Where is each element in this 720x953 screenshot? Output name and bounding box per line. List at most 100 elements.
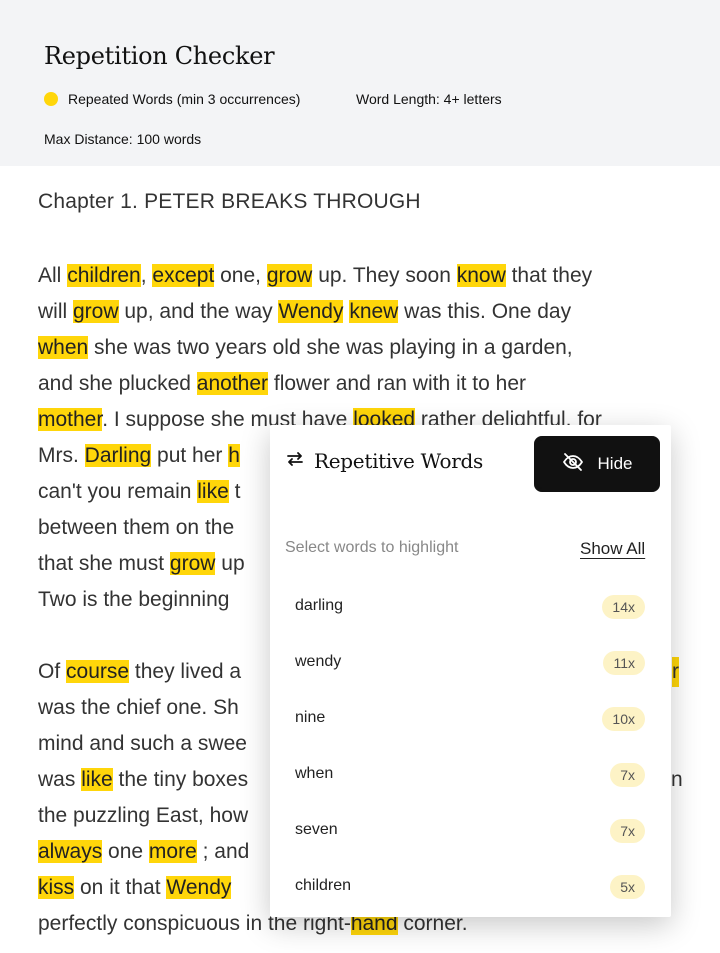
highlighted-word: grow [266,264,313,287]
text-segment: between them on the [38,516,235,539]
text-segment: they lived a [129,660,242,683]
text-line: always one more ; and [38,837,249,867]
eye-off-icon [562,451,584,478]
max-distance-setting: Max Distance: 100 words [44,131,202,147]
hide-button[interactable]: Hide [534,436,660,492]
text-segment: up. They soon [312,264,457,287]
settings-header: Repetition Checker Repeated Words (min 3… [0,0,720,166]
highlighted-word: Wendy [166,876,232,899]
text-segment: one, [214,264,267,287]
text-segment: the tiny boxes [112,768,249,791]
highlighted-word: except [152,264,215,287]
highlight-color-dot [44,92,58,106]
text-fragment: n [671,768,683,791]
text-segment: can't you remain [38,480,198,503]
word-list-item[interactable]: darling 14x [270,595,671,653]
word-length-setting: Word Length: 4+ letters [356,91,502,107]
app-title: Repetition Checker [44,42,275,70]
highlighted-word: h [228,444,240,467]
count-badge: 7x [610,819,645,843]
text-segment: she was two years old she was playing in… [88,336,573,359]
highlighted-word: know [456,264,506,287]
chapter-title: Chapter 1. PETER BREAKS THROUGH [38,190,421,213]
text-segment: was the chief one. Sh [38,696,239,719]
word-list-item[interactable]: when 7x [270,763,671,821]
count-badge: 11x [603,651,645,675]
text-line: between them on the [38,513,234,543]
word-list-item[interactable]: wendy 11x [270,651,671,709]
highlighted-word: mother [38,408,103,431]
highlighted-word: Darling [84,444,152,467]
text-segment: will [38,300,73,323]
text-segment: up [215,552,245,575]
text-segment: ; and [196,840,250,863]
text-segment: that she must [38,552,170,575]
panel-title: Repetitive Words [314,449,483,473]
highlighted-word: grow [73,300,119,323]
text-segment: Mrs. [38,444,85,467]
count-badge: 7x [610,763,645,787]
text-segment: was [38,768,82,791]
panel-header: Repetitive Words [286,449,483,473]
highlighted-word: always [38,840,103,863]
text-segment: All [38,264,68,287]
show-all-link[interactable]: Show All [580,539,645,559]
text-segment: Of [38,660,67,683]
text-segment: flower and ran with it to her [268,372,526,395]
highlighted-word: like [81,768,113,791]
text-segment: the puzzling East, how [38,804,249,827]
word-list-item[interactable]: seven 7x [270,819,671,877]
text-segment: , [140,264,153,287]
text-line: and she plucked another flower and ran w… [38,369,526,399]
text-segment: up, and the way [118,300,279,323]
text-segment: put her [151,444,229,467]
word-label: children [295,877,352,894]
text-segment: mind and such a swee [38,732,247,755]
text-line: that she must grow up [38,549,245,579]
text-line: when she was two years old she was playi… [38,333,573,363]
highlighted-word: Wendy [278,300,344,323]
highlighted-word: children [67,264,141,287]
text-line: Two is the beginning [38,585,229,615]
word-list-item[interactable]: nine 10x [270,707,671,765]
count-badge: 14x [602,595,645,619]
text-line: can't you remain like t [38,477,240,507]
word-list-item[interactable]: children 5x [270,875,671,933]
highlighted-word: course [66,660,130,683]
highlighted-word: like [197,480,229,503]
text-line: All children, except one, grow up. They … [38,261,592,291]
text-line: was the chief one. Sh [38,693,239,723]
count-badge: 10x [602,707,645,731]
text-segment: that they [505,264,593,287]
text-segment: t [228,480,241,503]
text-line: was like the tiny boxes [38,765,248,795]
swap-arrows-icon [286,450,304,473]
text-line: the puzzling East, how [38,801,248,831]
repeated-words-setting: Repeated Words (min 3 occurrences) [68,91,301,107]
hide-button-label: Hide [597,454,633,473]
text-line: mind and such a swee [38,729,247,759]
text-line: kiss on it that Wendy [38,873,232,903]
text-segment: on it that [74,876,167,899]
highlighted-word: grow [169,552,216,575]
panel-hint: Select words to highlight [285,539,459,556]
text-line: will grow up, and the way Wendy knew was… [38,297,571,327]
text-segment: and she plucked [38,372,197,395]
text-segment: was this. One day [398,300,572,323]
text-fragment: r [672,657,679,687]
word-label: when [295,765,334,782]
word-label: seven [295,821,338,838]
word-label: wendy [295,653,342,670]
word-label: nine [295,709,326,726]
text-line: Mrs. Darling put her h [38,441,240,471]
highlighted-word: another [196,372,269,395]
highlighted-word: more [148,840,197,863]
highlighted-word: kiss [38,876,75,899]
text-line: Of course they lived a [38,657,241,687]
highlighted-word: knew [349,300,399,323]
highlighted-word: when [38,336,89,359]
repetitive-words-panel: Repetitive Words Hide Select words to hi… [270,425,671,917]
word-label: darling [295,597,344,614]
text-segment: Two is the beginning [38,588,230,611]
count-badge: 5x [610,875,645,899]
